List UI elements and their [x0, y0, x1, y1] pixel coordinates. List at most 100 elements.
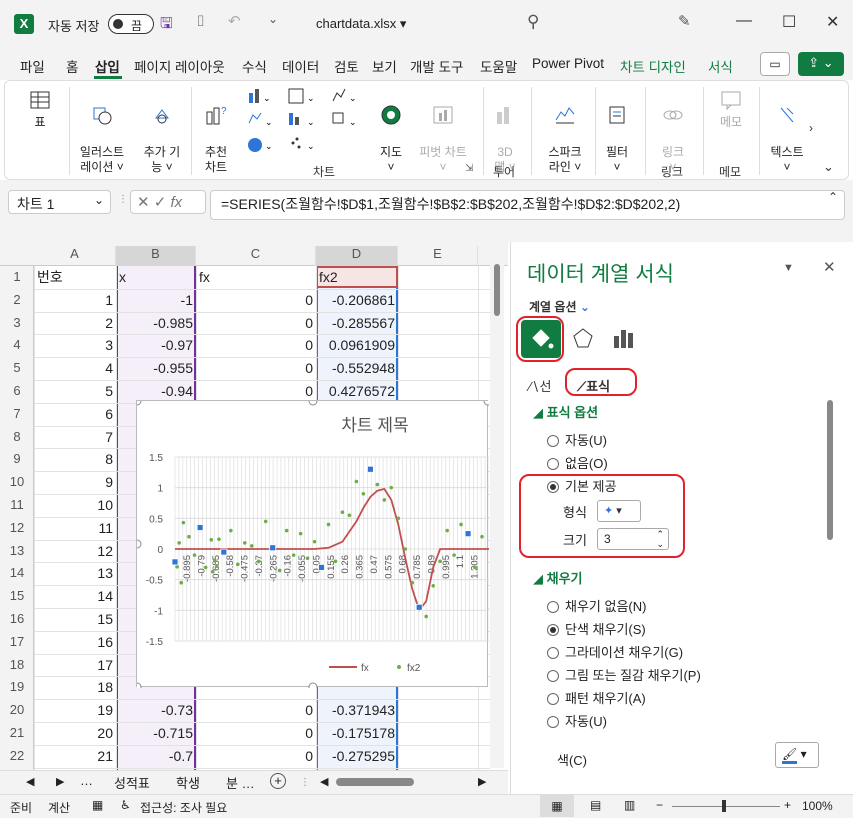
table-cell[interactable]: 4 [34, 357, 116, 379]
page-break-view-icon[interactable]: ▥ [624, 798, 635, 812]
prev-sheet-icon[interactable]: ◀ [26, 775, 34, 788]
table-cell[interactable]: -0.175178 [316, 722, 398, 744]
menu-developer[interactable]: 개발 도구 [410, 56, 463, 76]
table-cell[interactable]: 0 [196, 380, 316, 402]
menu-formulas[interactable]: 수식 [242, 56, 267, 76]
menu-home[interactable]: 홈 [66, 56, 78, 76]
table-cell[interactable]: -0.985 [116, 312, 196, 334]
pane-options-icon[interactable]: ▼ [783, 262, 794, 274]
row-header[interactable]: 21 [0, 725, 34, 740]
fill-solid-radio[interactable]: 단색 채우기(S) [547, 619, 646, 638]
fill-picture-radio[interactable]: 그림 또는 질감 채우기(P) [547, 665, 701, 684]
vertical-scrollbar[interactable] [490, 246, 504, 768]
chart-title[interactable]: 차트 제목 [341, 416, 408, 435]
autosave-toggle[interactable]: 끔 [108, 14, 154, 34]
table-cell[interactable]: -0.73 [116, 699, 196, 721]
zoom-out-icon[interactable]: − [656, 798, 663, 812]
row-header[interactable]: 2 [0, 292, 34, 307]
table-cell[interactable]: -0.94 [116, 380, 196, 402]
more-sheets-icon[interactable]: … [80, 773, 93, 788]
fill-color-picker[interactable]: 🖌 ▾ [775, 742, 819, 768]
recommended-charts-button[interactable]: ? 추천 차트 [199, 89, 233, 175]
pane-close-icon[interactable]: ✕ [823, 258, 836, 276]
search-icon[interactable]: ⚲ [527, 12, 539, 32]
table-cell[interactable]: 10 [34, 494, 116, 516]
status-calc[interactable]: 계산 [48, 799, 70, 816]
row-header[interactable]: 7 [0, 406, 34, 421]
sheet-tab-more[interactable]: 분 … [226, 773, 255, 792]
table-cell[interactable]: 0 [196, 699, 316, 721]
table-cell[interactable]: -0.275295 [316, 745, 398, 767]
insert-function-icon[interactable]: fx [171, 194, 183, 211]
table-cell[interactable]: 7 [34, 426, 116, 448]
table-cell[interactable]: -0.955 [116, 357, 196, 379]
chart-area[interactable]: 차트 제목 1.5 1 0.5 0 -0.5 -1 -1.5 -0.895 -0.79 -0.68… [132, 396, 493, 692]
maximize-icon[interactable]: ☐ [782, 12, 796, 32]
row-header[interactable]: 17 [0, 634, 34, 649]
table-cell[interactable]: 16 [34, 631, 116, 653]
col-header-d[interactable]: D [316, 246, 398, 266]
table-cell[interactable]: 1 [34, 289, 116, 311]
ribbon-scroll-right-icon[interactable]: › [809, 121, 813, 135]
menu-help[interactable]: 도움말 [480, 56, 517, 76]
table-cell[interactable]: 13 [34, 562, 116, 584]
row-header[interactable]: 6 [0, 383, 34, 398]
memo-button[interactable]: 메모 [711, 89, 751, 130]
zoom-slider[interactable] [672, 806, 780, 807]
row-header[interactable]: 13 [0, 543, 34, 558]
menu-format[interactable]: 서식 [708, 56, 733, 76]
addins-button[interactable]: 추가 기 능 ˅ [139, 89, 185, 175]
table-button[interactable]: 표 [25, 89, 55, 130]
status-accessibility[interactable]: 접근성: 조사 필요 [140, 799, 227, 816]
col-header-e[interactable]: E [398, 246, 478, 266]
fill-pattern-radio[interactable]: 패턴 채우기(A) [547, 688, 646, 707]
table-cell[interactable]: 5 [34, 380, 116, 402]
pane-scrollbar[interactable] [823, 370, 837, 770]
table-cell[interactable]: 0.4276572 [316, 380, 398, 402]
table-cell[interactable]: 17 [34, 654, 116, 676]
fill-gradient-radio[interactable]: 그라데이션 채우기(G) [547, 642, 683, 661]
table-cell[interactable]: -0.715 [116, 722, 196, 744]
illustrations-button[interactable]: 일러스트 레이션 ˅ [71, 89, 133, 175]
table-cell[interactable]: 20 [34, 722, 116, 744]
row-header[interactable]: 14 [0, 565, 34, 580]
fill-none-radio[interactable]: 채우기 없음(N) [547, 596, 646, 615]
table-cell[interactable]: 9 [34, 471, 116, 493]
col-header-c[interactable]: C [196, 246, 316, 266]
table-cell[interactable]: 18 [34, 676, 116, 698]
quick-access-more-icon[interactable]: ⌄ [268, 12, 278, 26]
text-button[interactable]: 텍스트 ˅ [765, 89, 809, 175]
file-name[interactable]: chartdata.xlsx ▾ [316, 16, 406, 32]
menu-file[interactable]: 파일 [20, 56, 45, 76]
table-cell[interactable]: 0 [196, 357, 316, 379]
sheet-tab-students[interactable]: 학생 [176, 773, 200, 792]
fill-auto-radio[interactable]: 자동(U) [547, 711, 607, 730]
effects-tab[interactable] [571, 326, 595, 353]
table-cell[interactable]: 8 [34, 448, 116, 470]
menu-data[interactable]: 데이터 [282, 56, 319, 76]
add-sheet-icon[interactable]: + [270, 773, 286, 789]
chart-types-gallery[interactable]: ⌄ ⌄ ⌄ ⌄ ⌄ ⌄ ⌄ ⌄ [245, 87, 369, 157]
formula-input[interactable]: =SERIES(조월함수!$D$1,조월함수!$B$2:$B$202,조월함수!… [210, 190, 845, 220]
col-header-b[interactable]: B [116, 246, 196, 266]
zoom-in-icon[interactable]: + [784, 798, 791, 812]
table-cell[interactable]: 6 [34, 403, 116, 425]
scroll-left-icon[interactable]: ◀ [320, 775, 328, 788]
table-cell[interactable]: 0 [196, 722, 316, 744]
scroll-right-icon[interactable]: ▶ [478, 775, 486, 788]
tab-split-icon[interactable]: ⋮ [300, 777, 310, 788]
menu-chart-design[interactable]: 차트 디자인 [620, 56, 686, 76]
cancel-icon[interactable]: ✕ [137, 194, 150, 211]
name-box-dropdown-icon[interactable]: ⌄ [94, 193, 104, 207]
menu-insert[interactable]: 삽입 [95, 56, 120, 76]
table-cell[interactable]: -0.97 [116, 334, 196, 356]
table-cell[interactable]: 11 [34, 517, 116, 539]
row-header[interactable]: 4 [0, 337, 34, 352]
row-header[interactable]: 3 [0, 315, 34, 330]
minimize-icon[interactable]: — [736, 12, 752, 30]
row-header[interactable]: 11 [0, 497, 34, 512]
menu-power-pivot[interactable]: Power Pivot [532, 56, 604, 71]
table-cell[interactable]: 14 [34, 585, 116, 607]
zoom-slider-thumb[interactable] [722, 800, 726, 812]
horizontal-scrollbar-thumb[interactable] [336, 778, 414, 786]
